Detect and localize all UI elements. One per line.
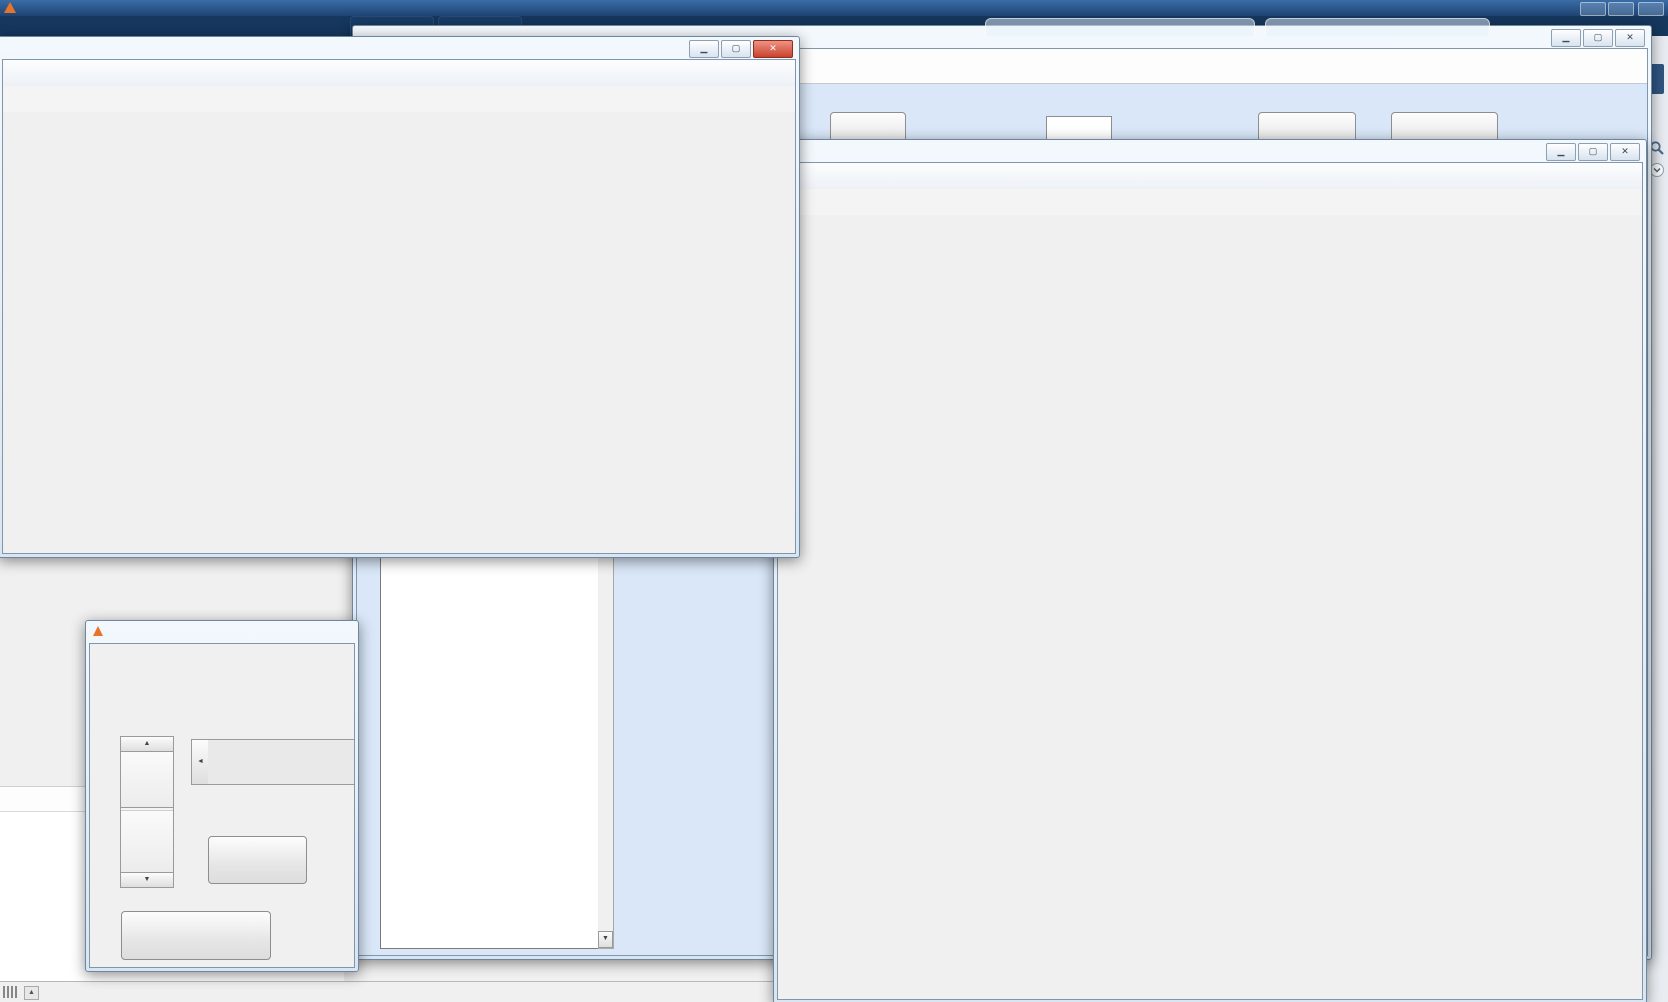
matlab-figure-icon (93, 626, 103, 636)
figure3-maximize-button[interactable]: ▢ (1578, 143, 1608, 161)
slider-down-icon[interactable]: ▼ (121, 872, 173, 887)
x-slider-track[interactable] (208, 739, 354, 785)
figure3-toolbar (778, 189, 1642, 216)
figure3-titlebar[interactable]: ▁ ▢ ✕ (774, 140, 1646, 162)
gui-minimize-button[interactable]: ▁ (1551, 29, 1581, 47)
main-minimize-button[interactable] (1580, 2, 1606, 16)
interval-grenze-button[interactable] (208, 836, 307, 884)
figure3-minimize-button[interactable]: ▁ (1546, 143, 1576, 161)
line-scan-and-fitting-plots (3, 112, 795, 552)
figure3-window: ▁ ▢ ✕ (773, 139, 1647, 1002)
main-maximize-button[interactable] (1608, 2, 1634, 16)
y-slider-track-upper[interactable] (121, 752, 173, 808)
matlab-desktop: ▲ ▁ ▢ ✕ ▼ ▁ ▢ ✕ ▁ ▢ ✕ ▲ ▼ ◄ (0, 0, 1668, 1002)
figure3-menubar (778, 163, 1642, 190)
y-slider-track-lower[interactable] (121, 810, 173, 872)
scrollbar-down-icon[interactable]: ▼ (598, 931, 613, 948)
figure2-client (2, 59, 796, 554)
figure3-client (777, 162, 1643, 1000)
auto-linescan-button[interactable] (121, 911, 271, 960)
slider-window: ▲ ▼ ◄ (85, 620, 359, 972)
status-bars-icon[interactable] (3, 986, 17, 998)
listbox-scrollbar[interactable]: ▼ (598, 514, 614, 949)
figure2-minimize-button[interactable]: ▁ (689, 40, 719, 58)
slider-titlebar[interactable] (86, 621, 358, 643)
status-expand-icon[interactable]: ▲ (24, 986, 39, 1000)
x-slider[interactable]: ◄ (191, 739, 354, 785)
gui-maximize-button[interactable]: ▢ (1583, 29, 1613, 47)
figure2-close-button[interactable]: ✕ (753, 40, 793, 58)
main-titlebar (0, 0, 1668, 16)
slider-up-icon[interactable]: ▲ (121, 737, 173, 752)
figure2-menubar (3, 60, 795, 87)
figure2-maximize-button[interactable]: ▢ (721, 40, 751, 58)
figure2-toolbar (3, 86, 795, 113)
ref-shift-input[interactable] (1046, 116, 1112, 140)
main-close-button[interactable] (1638, 2, 1664, 16)
figure2-titlebar[interactable]: ▁ ▢ ✕ (0, 37, 799, 59)
gui-close-button[interactable]: ✕ (1615, 29, 1645, 47)
y-slider[interactable]: ▲ ▼ (120, 736, 174, 888)
figure2-window: ▁ ▢ ✕ (0, 36, 800, 558)
interferogram-image (840, 269, 1542, 967)
listbox[interactable] (380, 514, 600, 949)
figure3-close-button[interactable]: ✕ (1610, 143, 1640, 161)
matlab-logo-icon (4, 2, 16, 13)
slider-client: ▲ ▼ ◄ (89, 643, 355, 968)
figure3-axes-area (778, 215, 1642, 999)
